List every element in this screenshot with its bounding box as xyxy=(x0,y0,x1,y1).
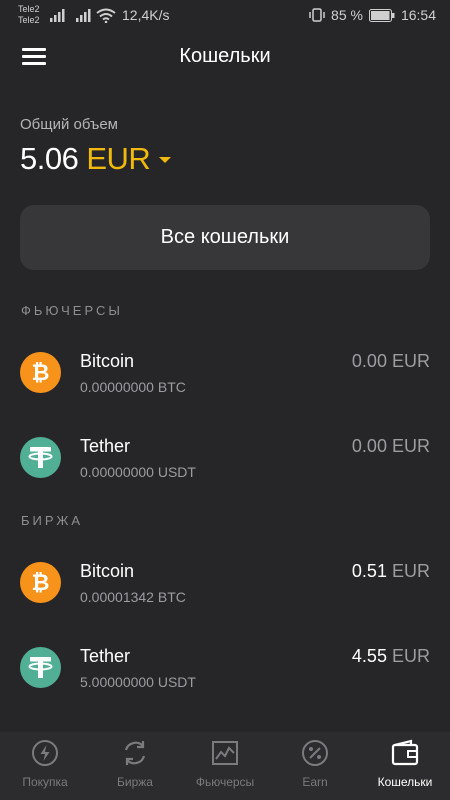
asset-value-number: 0.00 xyxy=(351,436,387,456)
asset-name: Tether xyxy=(80,436,131,456)
percent-icon xyxy=(302,740,328,766)
asset-name: Tether xyxy=(80,646,131,666)
total-balance-value: 5.06 xyxy=(20,141,79,176)
asset-value-currency: EUR xyxy=(391,646,430,666)
bitcoin-icon: ₿ xyxy=(20,562,61,603)
total-balance[interactable]: 5.06 EUR xyxy=(20,141,172,177)
asset-amount: 0.00000000 BTC xyxy=(80,379,186,395)
section-title-futures: ФЬЮЧЕРСЫ xyxy=(21,303,123,318)
battery-percent: 85 % xyxy=(331,7,363,23)
chart-icon xyxy=(212,741,238,765)
nav-item-earn[interactable]: Earn xyxy=(270,732,360,800)
asset-amount: 5.00000000 USDT xyxy=(80,674,196,690)
asset-value: 0.00 EUR xyxy=(352,351,430,372)
signal-icon xyxy=(50,9,65,22)
asset-name: Bitcoin xyxy=(80,351,135,371)
currency-selector[interactable]: EUR xyxy=(86,141,150,177)
asset-row-futures-tether[interactable]: Tether 0.00000000 USDT 0.00 EUR xyxy=(0,421,450,493)
nav-item-buy[interactable]: Покупка xyxy=(0,732,90,800)
wifi-icon xyxy=(96,8,116,23)
network-speed: 12,4K/s xyxy=(122,7,170,23)
asset-amount: 0.00000000 USDT xyxy=(80,464,196,480)
nav-item-wallets[interactable]: Кошельки xyxy=(360,732,450,800)
bottom-nav: Покупка Биржа Фьючерсы Earn Кошельки xyxy=(0,732,450,800)
asset-value-number: 4.55 xyxy=(351,646,387,666)
nav-item-futures[interactable]: Фьючерсы xyxy=(180,732,270,800)
svg-text:₿: ₿ xyxy=(32,571,50,596)
vibrate-icon xyxy=(309,8,325,22)
battery-icon xyxy=(368,8,395,22)
nav-label: Earn xyxy=(302,775,328,789)
nav-label: Биржа xyxy=(117,775,153,789)
asset-value: 0.51 EUR xyxy=(352,561,430,582)
asset-value: 4.55 EUR xyxy=(352,646,430,667)
exchange-icon xyxy=(124,741,146,765)
asset-value-currency: EUR xyxy=(391,436,430,456)
clock: 16:54 xyxy=(400,7,436,23)
chevron-down-icon[interactable] xyxy=(159,157,172,163)
lightning-icon xyxy=(32,740,58,766)
asset-row-exchange-tether[interactable]: Tether 5.00000000 USDT 4.55 EUR xyxy=(0,631,450,703)
asset-value-number: 0.00 xyxy=(351,351,387,371)
carrier-labels: Tele2 Tele2 xyxy=(18,4,40,26)
nav-label: Кошельки xyxy=(377,775,433,789)
signal-icon-2 xyxy=(76,9,91,22)
asset-row-futures-bitcoin[interactable]: ₿ Bitcoin 0.00000000 BTC 0.00 EUR xyxy=(0,336,450,408)
asset-amount: 0.00001342 BTC xyxy=(80,589,186,605)
asset-value-currency: EUR xyxy=(391,561,430,581)
section-title-exchange: БИРЖА xyxy=(21,513,84,528)
nav-label: Фьючерсы xyxy=(195,775,255,789)
status-bar: Tele2 Tele2 12,4K/s 85 % 16:54 xyxy=(0,0,450,32)
carrier-1: Tele2 xyxy=(18,4,40,14)
all-wallets-button[interactable]: Все кошельки xyxy=(20,205,430,270)
nav-item-exchange[interactable]: Биржа xyxy=(90,732,180,800)
asset-value-number: 0.51 xyxy=(351,561,387,581)
tether-icon xyxy=(20,647,61,688)
total-balance-label: Общий объем xyxy=(20,116,118,133)
carrier-2: Tele2 xyxy=(18,15,40,25)
asset-name: Bitcoin xyxy=(80,561,135,581)
page-title: Кошельки xyxy=(179,45,271,67)
svg-text:₿: ₿ xyxy=(32,361,50,386)
asset-value: 0.00 EUR xyxy=(352,436,430,457)
tether-icon xyxy=(20,437,61,478)
app-header: Кошельки xyxy=(0,32,450,84)
wallet-icon xyxy=(391,739,419,766)
asset-row-exchange-bitcoin[interactable]: ₿ Bitcoin 0.00001342 BTC 0.51 EUR xyxy=(0,546,450,618)
asset-value-currency: EUR xyxy=(391,351,430,371)
nav-label: Покупка xyxy=(22,775,68,789)
status-right: 85 % 16:54 xyxy=(309,7,436,23)
bitcoin-icon: ₿ xyxy=(20,352,61,393)
